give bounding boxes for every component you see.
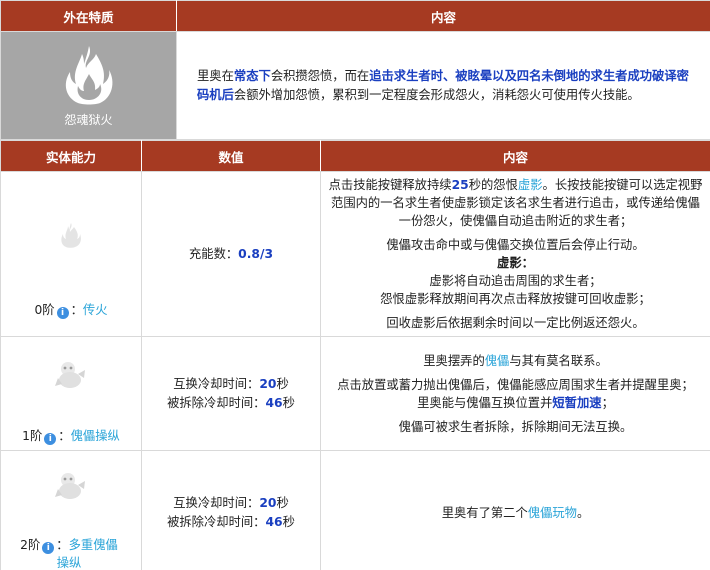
content-cell: 里奥有了第二个傀儡玩物。: [320, 450, 710, 570]
text: 秒的怨恨: [468, 178, 518, 192]
ability-link[interactable]: 多重傀儡操纵: [57, 538, 118, 570]
link[interactable]: 虚影: [518, 178, 543, 192]
desc-text: 里奥在: [197, 68, 234, 83]
value-cell: 互换冷却时间：20秒 被拆除冷却时间：46秒: [141, 336, 321, 451]
value-number: 20: [259, 495, 277, 510]
number: 25: [451, 178, 469, 192]
tier-label: 2阶: [20, 537, 41, 552]
ability-cell: 2阶 i ：多重傀儡操纵: [0, 450, 142, 570]
table-row: 0阶 i ：传火 充能数：0.8/3 点击技能按键释放持续25秒的怨恨虚影。长按技能…: [0, 171, 710, 337]
tier-label: 1阶: [22, 428, 43, 443]
value-number: 0.8/3: [238, 246, 274, 261]
info-icon[interactable]: i: [42, 541, 55, 554]
header-ability: 实体能力: [0, 140, 142, 172]
text: 与其有莫名联系。: [509, 353, 608, 368]
text: ；: [601, 395, 614, 410]
flame-icon: [62, 44, 116, 109]
value-unit: 秒: [276, 495, 289, 510]
value-line: 被拆除冷却时间：46秒: [142, 394, 320, 413]
value-cell: 充能数：0.8/3: [141, 171, 321, 337]
content-para: 里奥摆弄的傀儡与其有莫名联系。: [327, 352, 704, 370]
content-line: 怨恨虚影释放期间再次点击释放按键可回收虚影；: [380, 292, 651, 306]
content-para: 点击技能按键释放持续25秒的怨恨虚影。长按技能按键可以选定视野范围内的一名求生者…: [327, 176, 704, 230]
content-para: 里奥能与傀儡互换位置并短暂加速；: [327, 394, 704, 412]
value-number: 46: [265, 514, 283, 529]
text: 点击技能按键释放持续: [328, 178, 452, 192]
trait-row: 怨魂狱火 里奥在常态下会积攒怨愤，而在追击求生者时、被眩晕以及四名未倒地的求生者…: [0, 31, 710, 140]
text: 里奥能与傀儡互换位置并: [417, 395, 553, 410]
header-content: 内容: [320, 140, 710, 172]
header-content: 内容: [176, 0, 710, 32]
content-para: 里奥有了第二个傀儡玩物。: [327, 504, 704, 522]
desc-text: 会额外增加怨愤，累积到一定程度会形成怨火，消耗怨火可使用传火技能。: [233, 87, 640, 102]
ability-level-line: 0阶 i ：传火: [34, 303, 108, 319]
value-number: 20: [259, 376, 277, 391]
value-cell: 互换冷却时间：20秒 被拆除冷却时间：46秒: [141, 450, 321, 570]
trait-table-header: 外在特质 内容: [0, 0, 710, 32]
desc-text: 会积攒怨愤，而在: [270, 68, 370, 83]
content-line: 回收虚影后依据剩余时间以一定比例返还怨火。: [386, 316, 645, 330]
value-label: 充能数：: [188, 246, 239, 261]
value-line: 互换冷却时间：20秒: [142, 494, 320, 513]
link[interactable]: 傀儡: [485, 354, 510, 368]
ability-link[interactable]: 傀儡操纵: [71, 429, 120, 443]
text: 里奥有了第二个: [441, 505, 528, 520]
trait-label: 怨魂狱火: [64, 112, 113, 127]
info-icon[interactable]: i: [44, 432, 57, 445]
puppet-icon: [1, 454, 141, 518]
value-unit: 秒: [276, 376, 289, 391]
desc-highlight: 常态下: [233, 68, 271, 83]
ability-link[interactable]: 传火: [83, 303, 108, 317]
table-row: 2阶 i ：多重傀儡操纵 互换冷却时间：20秒 被拆除冷却时间：46秒 里奥有了第二…: [0, 450, 710, 570]
header-value: 数值: [141, 140, 321, 172]
highlight: 短暂加速: [552, 395, 602, 410]
skills-page: 外在特质 内容 怨魂狱火 里奥在常态下会积攒怨愤，而在追击求生者时、被眩晕以及四…: [0, 0, 710, 570]
content-line: 傀儡可被求生者拆除，拆除期间无法互换。: [398, 419, 633, 434]
link[interactable]: 傀儡玩物: [528, 506, 577, 520]
content-subtitle: 虚影：: [497, 256, 534, 270]
ability-table-header: 实体能力 数值 内容: [0, 140, 710, 172]
ability-table: 实体能力 数值 内容 0阶 i ：传火 充能数：0.8/3 点击技能按键释放持续25…: [0, 140, 710, 570]
trait-table: 外在特质 内容 怨魂狱火 里奥在常态下会积攒怨愤，而在追击求生者时、被眩晕以及四…: [0, 0, 710, 140]
value-unit: 秒: [282, 395, 295, 410]
value-line: 互换冷却时间：20秒: [142, 375, 320, 394]
value-label: 互换冷却时间：: [173, 376, 260, 391]
trait-icon-cell: 怨魂狱火: [0, 31, 177, 140]
ability-cell: 0阶 i ：传火: [0, 171, 142, 337]
value-number: 46: [265, 395, 283, 410]
header-trait: 外在特质: [0, 0, 177, 32]
text: 里奥摆弄的: [423, 353, 485, 368]
value-label: 互换冷却时间：: [173, 495, 260, 510]
content-cell: 里奥摆弄的傀儡与其有莫名联系。 点击放置或蓄力抛出傀儡后，傀儡能感应周围求生者并…: [320, 336, 710, 451]
value-unit: 秒: [282, 514, 295, 529]
small-flame-icon: [1, 189, 141, 281]
content-line: 虚影将自动追击周围的求生者；: [429, 274, 602, 288]
tier-label: 0阶: [34, 303, 55, 317]
trait-description: 里奥在常态下会积攒怨愤，而在追击求生者时、被眩晕以及四名未倒地的求生者成功破译密…: [176, 31, 710, 140]
value-label: 被拆除冷却时间：: [167, 514, 266, 529]
info-icon[interactable]: i: [56, 307, 69, 319]
ability-cell: 1阶 i ：傀儡操纵: [0, 336, 142, 451]
content-line: 点击放置或蓄力抛出傀儡后，傀儡能感应周围求生者并提醒里奥；: [337, 377, 694, 392]
content-cell: 点击技能按键释放持续25秒的怨恨虚影。长按技能按键可以选定视野范围内的一名求生者…: [320, 171, 710, 337]
content-line: 傀儡攻击命中或与傀儡交换位置后会停止行动。: [386, 238, 645, 252]
puppet-icon: [1, 343, 141, 407]
ability-level-line: 2阶 i ：多重傀儡操纵: [20, 537, 118, 570]
table-row: 1阶 i ：傀儡操纵 互换冷却时间：20秒 被拆除冷却时间：46秒 里奥摆弄的傀儡与…: [0, 336, 710, 451]
value-line: 被拆除冷却时间：46秒: [142, 513, 320, 532]
text: 。: [576, 505, 590, 520]
ability-level-line: 1阶 i ：傀儡操纵: [22, 428, 120, 445]
value-label: 被拆除冷却时间：: [167, 395, 266, 410]
